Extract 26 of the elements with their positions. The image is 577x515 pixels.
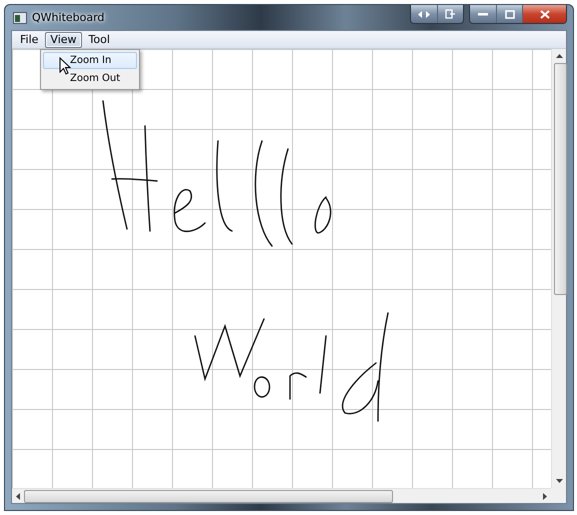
- exit-icon: [445, 9, 456, 19]
- exit-button[interactable]: [437, 5, 463, 23]
- maximize-icon: [504, 10, 514, 18]
- close-icon: [540, 10, 550, 18]
- window-title: QWhiteboard: [32, 11, 104, 24]
- minimize-button[interactable]: [470, 5, 496, 23]
- scroll-down-icon[interactable]: [556, 479, 562, 483]
- menu-item[interactable]: Tool: [84, 32, 115, 48]
- scroll-right-icon[interactable]: [543, 492, 547, 500]
- close-button[interactable]: [522, 5, 566, 23]
- scrollbar-thumb[interactable]: [554, 63, 567, 295]
- maximize-button[interactable]: [496, 5, 522, 23]
- arrows-button[interactable]: [411, 5, 437, 23]
- scroll-left-icon[interactable]: [16, 492, 20, 500]
- mouse-cursor-icon: [59, 57, 71, 75]
- menu-item[interactable]: File: [15, 32, 44, 48]
- app-icon: [13, 12, 27, 24]
- arrows-icon: [418, 10, 430, 18]
- minimize-icon: [478, 12, 488, 16]
- scrollbar-thumb[interactable]: [24, 490, 393, 503]
- menu-option[interactable]: Zoom In: [43, 52, 137, 69]
- vertical-scrollbar[interactable]: [551, 49, 566, 488]
- horizontal-scrollbar[interactable]: [12, 488, 551, 503]
- scroll-up-icon[interactable]: [556, 54, 562, 58]
- menu-item[interactable]: View: [45, 32, 82, 48]
- menu-option[interactable]: Zoom Out: [43, 70, 137, 87]
